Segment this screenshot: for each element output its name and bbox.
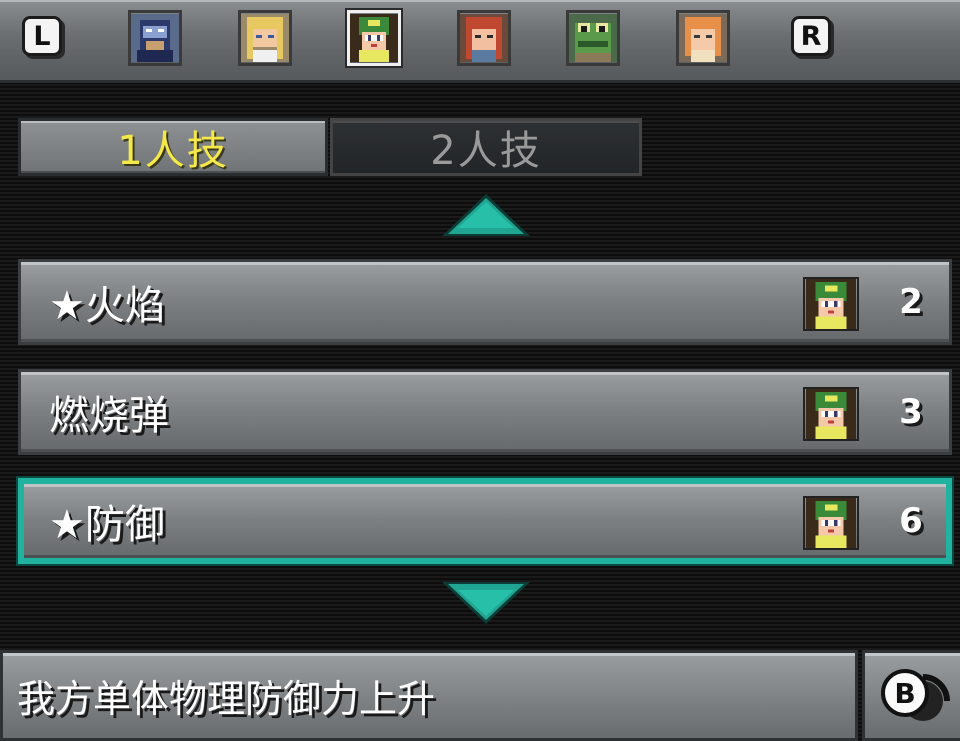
green-helmet-girl-portrait-icon <box>803 496 859 550</box>
green-helmet-girl-portrait-icon <box>803 387 859 441</box>
skill-row[interactable]: ★火焰 2 <box>18 259 952 345</box>
l-shoulder-button[interactable]: L <box>22 16 62 56</box>
svg-text:B: B <box>894 677 915 710</box>
skill-menu-screen: L R 1人技 2人技 ★火焰 2 燃烧弹 3 ★防御 6 我方单体物理防御力上… <box>0 0 960 741</box>
skill-name: ★防御 <box>49 502 165 548</box>
red-haired-girl-portrait-icon <box>460 14 508 62</box>
skill-row-selected[interactable]: ★防御 6 <box>18 478 952 564</box>
green-helmet-girl-portrait-icon <box>803 277 859 331</box>
scroll-up-arrow-icon[interactable] <box>440 192 532 238</box>
scroll-down-arrow-icon[interactable] <box>440 580 532 626</box>
party-member-masked-knight[interactable] <box>128 10 182 66</box>
skill-row[interactable]: 燃烧弹 3 <box>18 369 952 455</box>
skill-mp-cost: 6 <box>899 501 923 541</box>
b-back-icon: B <box>881 669 950 721</box>
frog-knight-portrait-icon <box>569 14 617 62</box>
skill-name: 燃烧弹 <box>49 393 169 439</box>
orange-haired-girl-portrait-icon <box>679 14 727 62</box>
skill-description: 我方单体物理防御力上升 <box>0 650 858 741</box>
triangle-down-shape <box>442 582 530 624</box>
party-member-green-helmet-girl[interactable] <box>347 10 401 66</box>
skill-mp-cost: 3 <box>899 392 923 432</box>
tab-dual-tech[interactable]: 2人技 <box>330 118 642 176</box>
tab-single-tech[interactable]: 1人技 <box>18 118 328 176</box>
party-member-frog-knight[interactable] <box>566 10 620 66</box>
back-button[interactable]: B <box>862 650 960 741</box>
party-member-red-haired-girl[interactable] <box>457 10 511 66</box>
skill-name: ★火焰 <box>49 283 165 329</box>
party-member-orange-haired-girl[interactable] <box>676 10 730 66</box>
masked-knight-portrait-icon <box>131 14 179 62</box>
blonde-girl-portrait-icon <box>241 14 289 62</box>
green-helmet-girl-portrait-icon <box>350 14 398 62</box>
party-bar: L R <box>0 0 960 83</box>
r-shoulder-button[interactable]: R <box>791 16 831 56</box>
triangle-up-shape <box>442 194 530 236</box>
party-member-blonde-girl[interactable] <box>238 10 292 66</box>
skill-mp-cost: 2 <box>899 282 923 322</box>
